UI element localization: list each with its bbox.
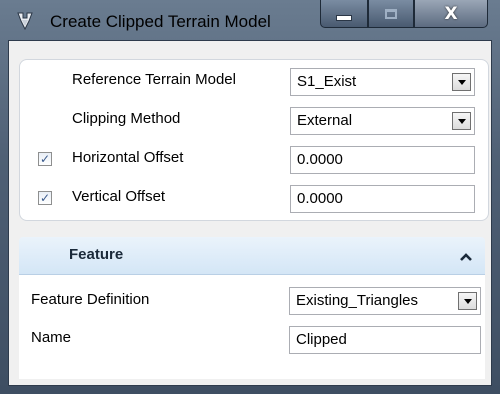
name-label: Name: [31, 329, 72, 346]
feature-section-header[interactable]: Feature: [19, 237, 485, 275]
checkmark-icon: ✓: [39, 152, 51, 166]
vertical-offset-checkbox[interactable]: ✓: [38, 191, 52, 205]
feature-definition-value: Existing_Triangles: [296, 292, 418, 309]
app-icon: [14, 10, 36, 32]
feature-definition-dropdown[interactable]: Existing_Triangles: [289, 287, 481, 315]
horizontal-offset-label: Horizontal Offset: [72, 149, 184, 166]
dialog-client-area: Reference Terrain Model S1_Exist Clippin…: [8, 40, 492, 386]
checkmark-icon: ✓: [39, 191, 51, 205]
clipping-method-dropdown[interactable]: External: [290, 107, 475, 135]
reference-terrain-model-dropdown[interactable]: S1_Exist: [290, 68, 475, 96]
reference-terrain-model-label: Reference Terrain Model: [72, 71, 236, 88]
horizontal-offset-input[interactable]: 0.0000: [290, 146, 475, 174]
minimize-icon: [337, 15, 351, 20]
feature-definition-label: Feature Definition: [31, 291, 150, 308]
vertical-offset-input[interactable]: 0.0000: [290, 185, 475, 213]
clipping-method-label: Clipping Method: [72, 110, 181, 127]
close-button[interactable]: X: [414, 0, 488, 28]
chevron-up-icon[interactable]: [459, 249, 473, 261]
window-title: Create Clipped Terrain Model: [50, 12, 271, 31]
minimize-button[interactable]: [320, 0, 368, 28]
vertical-offset-label: Vertical Offset: [72, 188, 166, 205]
reference-terrain-model-value: S1_Exist: [297, 73, 357, 90]
name-input[interactable]: Clipped: [289, 326, 481, 354]
title-bar[interactable]: Create Clipped Terrain Model X: [0, 0, 500, 40]
chevron-down-icon[interactable]: [452, 73, 471, 91]
maximize-icon: [385, 8, 397, 19]
chevron-down-icon[interactable]: [452, 112, 471, 130]
feature-section-title: Feature: [69, 246, 124, 263]
horizontal-offset-checkbox[interactable]: ✓: [38, 152, 52, 166]
close-icon: X: [444, 3, 458, 24]
maximize-button[interactable]: [368, 0, 414, 28]
feature-section-body: Feature Definition Existing_Triangles Na…: [19, 275, 485, 379]
parameters-panel: Reference Terrain Model S1_Exist Clippin…: [19, 59, 489, 221]
dialog-window: Create Clipped Terrain Model X Reference…: [0, 0, 500, 394]
clipping-method-value: External: [297, 112, 353, 129]
chevron-down-icon[interactable]: [458, 292, 477, 310]
